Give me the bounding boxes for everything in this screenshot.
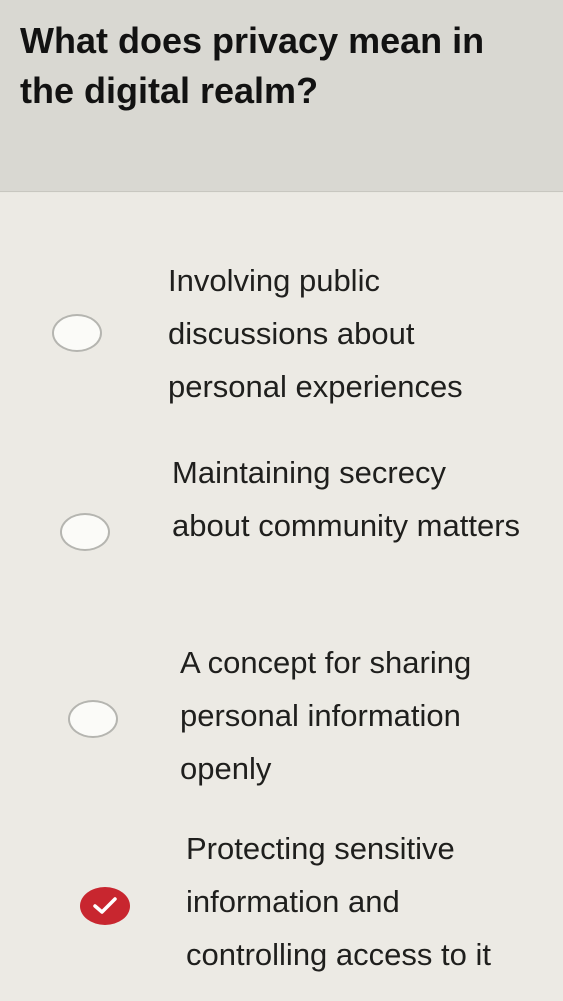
- answer-option-protecting-sensitive-information[interactable]: Protecting sensitive information and con…: [0, 811, 563, 986]
- option-label: Maintaining secrecy about community matt…: [172, 455, 521, 543]
- radio-button-unselected[interactable]: [60, 513, 110, 551]
- answer-options-list: Involving public discussions about perso…: [0, 193, 563, 1001]
- option-label: Protecting sensitive information and con…: [186, 831, 491, 972]
- option-label: A concept for sharing personal informati…: [180, 645, 472, 786]
- radio-button-unselected[interactable]: [52, 314, 102, 352]
- option-label: Involving public discussions about perso…: [168, 263, 463, 404]
- question-header: What does privacy mean in the digital re…: [0, 0, 563, 192]
- radio-button-unselected[interactable]: [68, 700, 118, 738]
- answer-option-maintaining-secrecy[interactable]: Maintaining secrecy about community matt…: [0, 441, 563, 616]
- answer-option-sharing-openly[interactable]: A concept for sharing personal informati…: [0, 630, 563, 805]
- question-title: What does privacy mean in the digital re…: [20, 20, 485, 111]
- radio-button-selected[interactable]: [80, 887, 130, 925]
- answer-option-public-discussions[interactable]: Involving public discussions about perso…: [0, 248, 563, 423]
- check-icon: [93, 897, 117, 914]
